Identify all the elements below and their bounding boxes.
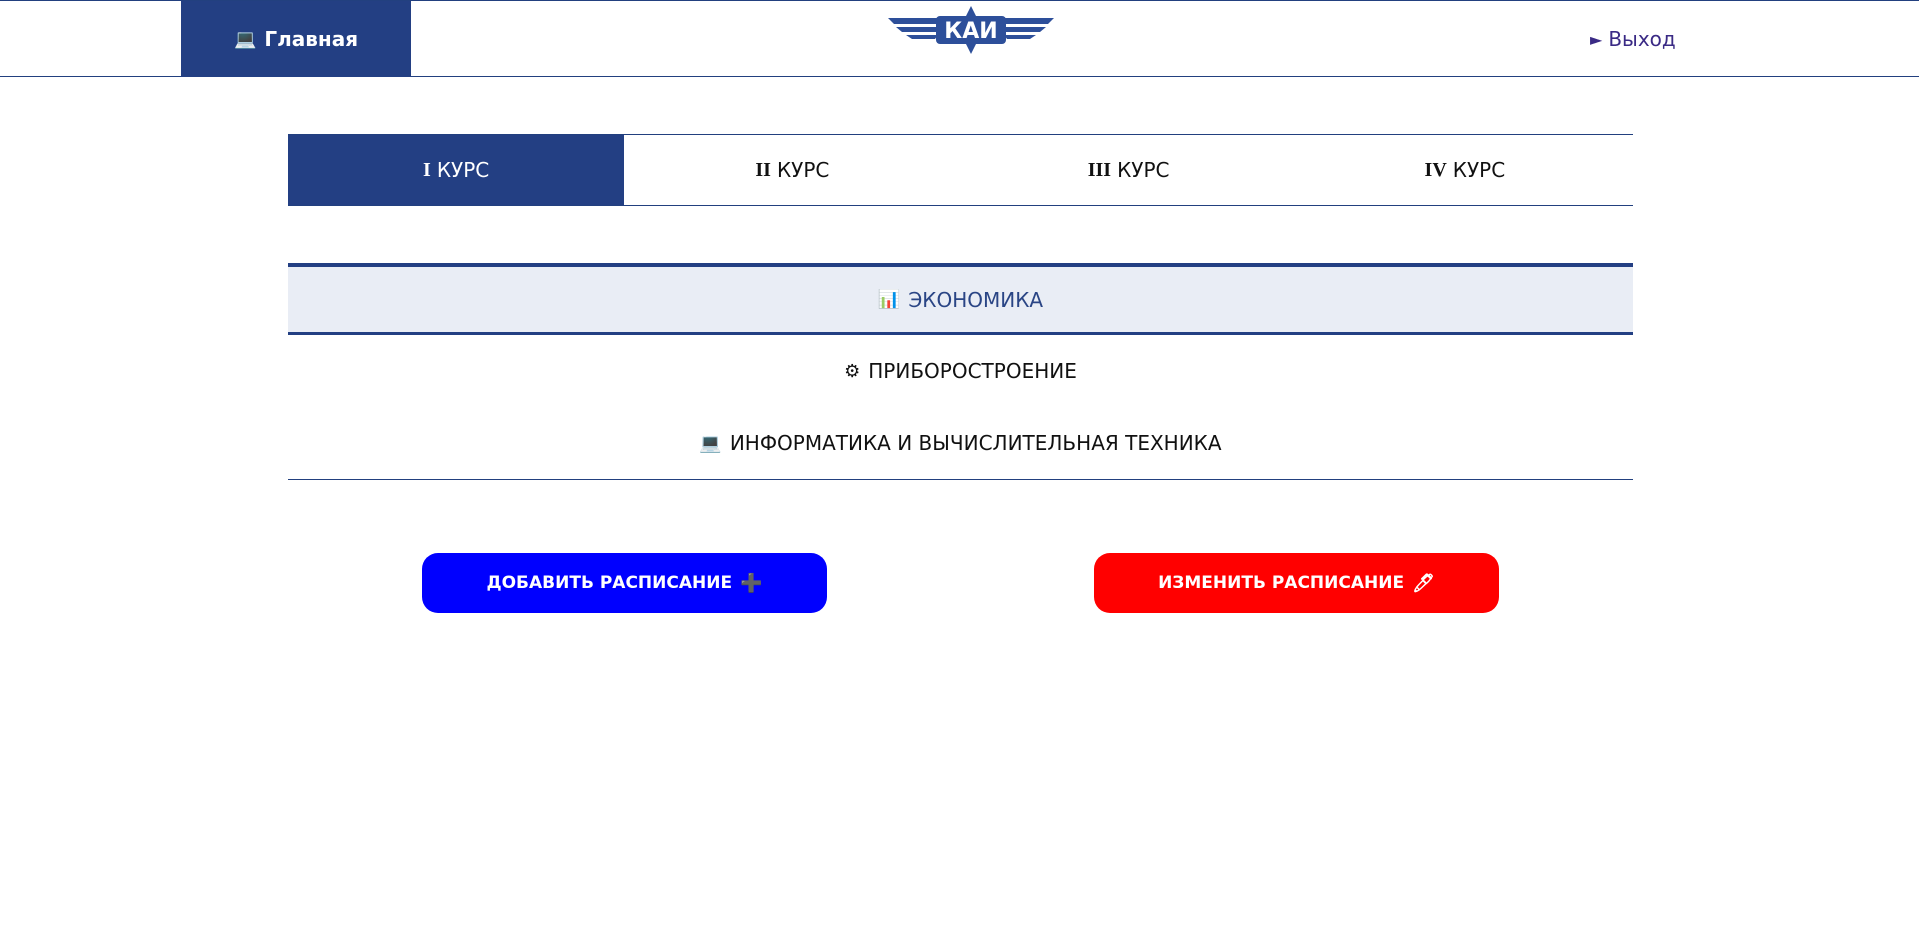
dept-label: ИНФОРМАТИКА И ВЫЧИСЛИТЕЛЬНАЯ ТЕХНИКА — [729, 431, 1222, 455]
tab-course-3[interactable]: III КУРС — [961, 135, 1297, 205]
logo-text: КАИ — [944, 19, 997, 44]
tab-label: КУРС — [436, 158, 490, 182]
add-schedule-label: ДОБАВИТЬ РАСПИСАНИЕ — [486, 573, 733, 593]
logout-label: Выход — [1608, 27, 1676, 51]
laptop-icon: 💻 — [699, 432, 722, 454]
dept-item-informatics[interactable]: 💻 ИНФОРМАТИКА И ВЫЧИСЛИТЕЛЬНАЯ ТЕХНИКА — [288, 407, 1633, 479]
edit-schedule-button[interactable]: ИЗМЕНИТЬ РАСПИСАНИЕ 🖊 — [1094, 553, 1499, 613]
dept-item-economics[interactable]: 📊 ЭКОНОМИКА — [288, 263, 1633, 335]
dept-item-instrument-making[interactable]: ⚙ ПРИБОРОСТРОЕНИЕ — [288, 335, 1633, 407]
edit-schedule-label: ИЗМЕНИТЬ РАСПИСАНИЕ — [1158, 573, 1405, 593]
top-nav: 💻 Главная КАИ ► Выход — [0, 0, 1919, 77]
home-label: Главная — [264, 27, 359, 51]
kai-logo[interactable]: КАИ — [886, 4, 1056, 54]
home-button[interactable]: 💻 Главная — [181, 1, 411, 77]
tab-course-4[interactable]: IV КУРС — [1297, 135, 1633, 205]
tab-course-1[interactable]: I КУРС — [288, 135, 625, 205]
plus-icon: ➕ — [740, 572, 763, 594]
play-arrow-icon: ► — [1590, 29, 1603, 49]
tab-course-2[interactable]: II КУРС — [624, 135, 960, 205]
add-schedule-button[interactable]: ДОБАВИТЬ РАСПИСАНИЕ ➕ — [422, 553, 827, 613]
tab-label: КУРС — [776, 158, 830, 182]
department-list: 📊 ЭКОНОМИКА ⚙ ПРИБОРОСТРОЕНИЕ 💻 ИНФОРМАТ… — [288, 263, 1633, 480]
logout-link[interactable]: ► Выход — [1590, 27, 1676, 51]
gear-icon: ⚙ — [844, 360, 861, 382]
pencil-icon: 🖊 — [1412, 572, 1435, 594]
tab-roman: I — [423, 158, 431, 181]
dept-label: ЭКОНОМИКА — [908, 287, 1044, 312]
tab-label: КУРС — [1117, 158, 1170, 182]
dept-label: ПРИБОРОСТРОЕНИЕ — [868, 359, 1077, 383]
bar-chart-icon: 📊 — [877, 289, 901, 310]
tab-roman: II — [755, 158, 771, 181]
tab-label: КУРС — [1452, 158, 1506, 182]
tab-roman: III — [1087, 158, 1112, 181]
course-tabs: I КУРС II КУРС III КУРС IV КУРС — [288, 134, 1633, 206]
tab-roman: IV — [1424, 158, 1447, 181]
laptop-icon: 💻 — [233, 28, 257, 50]
